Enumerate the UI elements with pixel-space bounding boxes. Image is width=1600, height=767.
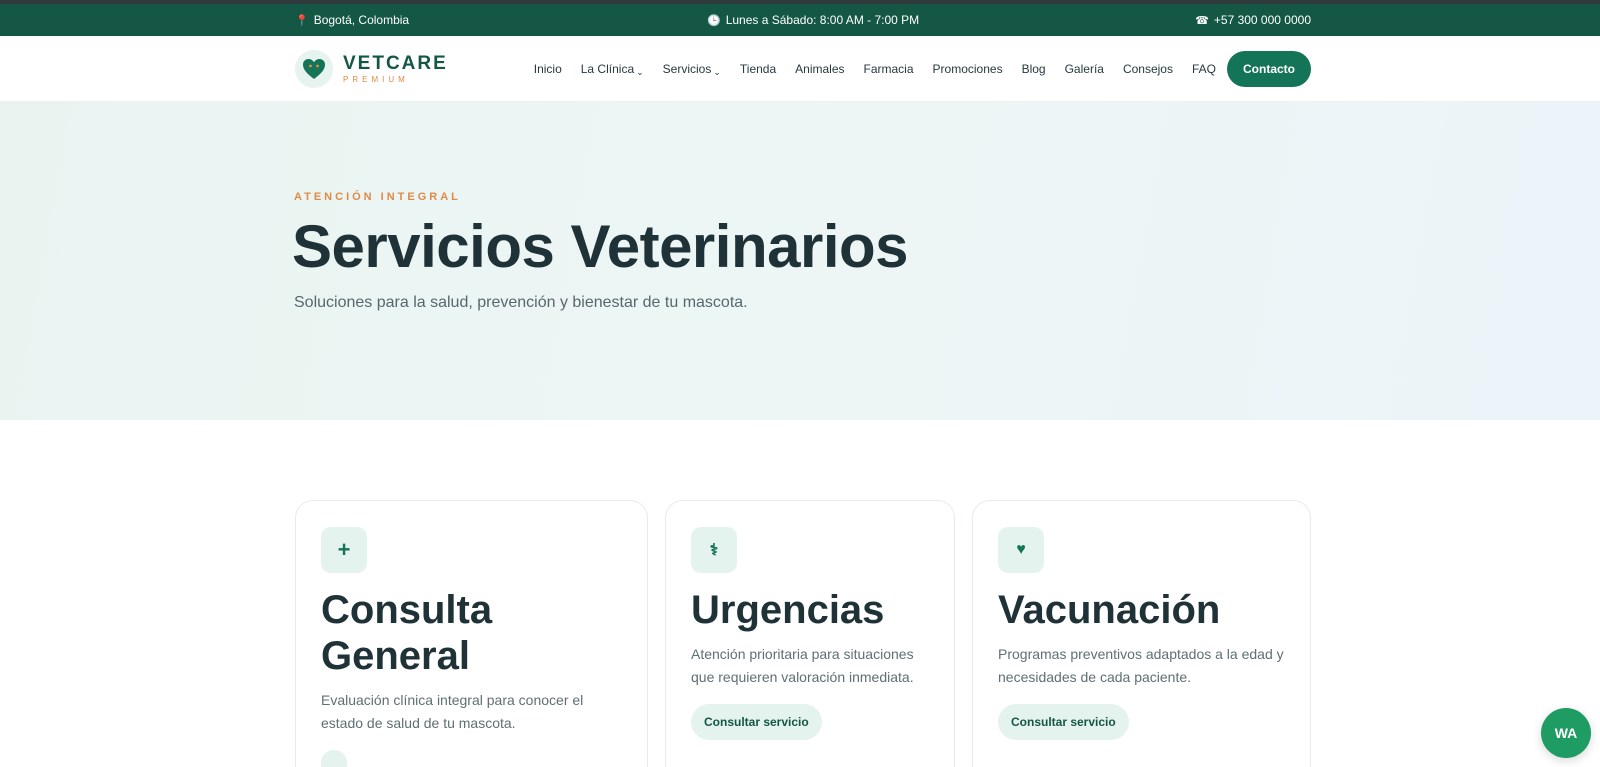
nav-item-servicios[interactable]: Servicios ⌄	[662, 62, 721, 77]
service-title: Consulta General	[321, 587, 622, 679]
nav-label: Inicio	[533, 62, 562, 76]
top-info-bar: 📍 Bogotá, Colombia 🕒 Lunes a Sábado: 8:0…	[0, 4, 1600, 36]
nav-item-inicio[interactable]: Inicio	[534, 62, 562, 76]
brand-subtitle: PREMIUM	[343, 75, 409, 84]
nav-item-promociones[interactable]: Promociones	[933, 62, 1003, 76]
consult-service-button[interactable]: Consultar servicio	[998, 704, 1129, 740]
nav-item-la-clinica[interactable]: La Clínica ⌄	[580, 62, 644, 77]
service-card-vacunacion: ♥ Vacunación Programas preventivos adapt…	[972, 500, 1311, 767]
nav-label: FAQ	[1191, 62, 1216, 76]
whatsapp-icon: WA	[1554, 725, 1578, 741]
clock-icon: 🕒	[707, 14, 721, 27]
phone-info[interactable]: ☎ +57 300 000 0000	[1195, 4, 1311, 36]
location-text: Bogotá, Colombia	[313, 13, 410, 27]
nav-label: Servicios	[662, 62, 712, 76]
nav-item-galeria[interactable]: Galería	[1065, 62, 1104, 76]
main-navbar: VETCARE PREMIUM Inicio La Clínica ⌄ Servi…	[0, 36, 1600, 102]
nav-label: Tienda	[739, 62, 777, 76]
hero-subtitle: Soluciones para la salud, prevención y b…	[294, 294, 748, 311]
hours-info: 🕒 Lunes a Sábado: 8:00 AM - 7:00 PM	[707, 4, 919, 36]
map-pin-icon: 📍	[295, 14, 309, 27]
service-card-urgencias: ⚕ Urgencias Atención prioritaria para si…	[665, 500, 955, 767]
nav-item-farmacia[interactable]: Farmacia	[864, 62, 914, 76]
nav-item-tienda[interactable]: Tienda	[740, 62, 776, 76]
location-info: 📍 Bogotá, Colombia	[295, 4, 409, 36]
nav-item-animales[interactable]: Animales	[795, 62, 844, 76]
contact-button[interactable]: Contacto	[1227, 51, 1311, 87]
heart-paw-icon	[295, 50, 333, 88]
consult-service-button[interactable]: Consultar servicio	[691, 704, 822, 740]
phone-text[interactable]: +57 300 000 0000	[1214, 13, 1311, 27]
service-title: Urgencias	[691, 588, 885, 632]
brand-name: VETCARE	[343, 53, 448, 74]
caduceus-icon: ⚕	[691, 527, 737, 573]
nav-label: Animales	[795, 62, 845, 76]
service-description: Atención prioritaria para situaciones qu…	[691, 646, 914, 685]
phone-icon: ☎	[1195, 14, 1209, 27]
chevron-down-icon: ⌄	[713, 67, 721, 77]
services-section: + Consulta General Evaluación clínica in…	[0, 420, 1600, 767]
nav-label: Blog	[1021, 62, 1046, 76]
hours-text: Lunes a Sábado: 8:00 AM - 7:00 PM	[725, 13, 920, 27]
plus-icon: +	[321, 527, 367, 573]
whatsapp-button[interactable]: WA	[1541, 708, 1591, 758]
nav-label: La Clínica	[580, 62, 635, 76]
nav-item-faq[interactable]: FAQ	[1192, 62, 1216, 76]
service-description: Programas preventivos adaptados a la eda…	[998, 646, 1284, 685]
nav-label: Farmacia	[863, 62, 914, 76]
hero-section: ATENCIÓN INTEGRAL Servicios Veterinarios…	[0, 102, 1600, 420]
chevron-down-icon: ⌄	[636, 67, 644, 77]
nav-item-blog[interactable]: Blog	[1022, 62, 1046, 76]
nav-label: Promociones	[932, 62, 1003, 76]
service-title-line: General	[321, 634, 470, 678]
nav-item-consejos[interactable]: Consejos	[1123, 62, 1173, 76]
service-title-line: Consulta	[321, 588, 493, 632]
brand-logo-link[interactable]: VETCARE PREMIUM	[295, 50, 448, 88]
service-description: Evaluación clínica integral para conocer…	[321, 692, 584, 731]
page-title: Servicios Veterinarios	[292, 213, 909, 280]
nav-label: Galería	[1064, 62, 1104, 76]
consult-service-button[interactable]	[321, 750, 347, 767]
nav-label: Consejos	[1122, 62, 1173, 76]
nav-menu: Inicio La Clínica ⌄ Servicios ⌄ Tienda Ani…	[515, 51, 1311, 87]
hero-eyebrow: ATENCIÓN INTEGRAL	[294, 191, 461, 203]
service-card-consulta-general: + Consulta General Evaluación clínica in…	[295, 500, 648, 767]
service-title: Vacunación	[998, 588, 1221, 632]
heart-icon: ♥	[998, 527, 1044, 573]
